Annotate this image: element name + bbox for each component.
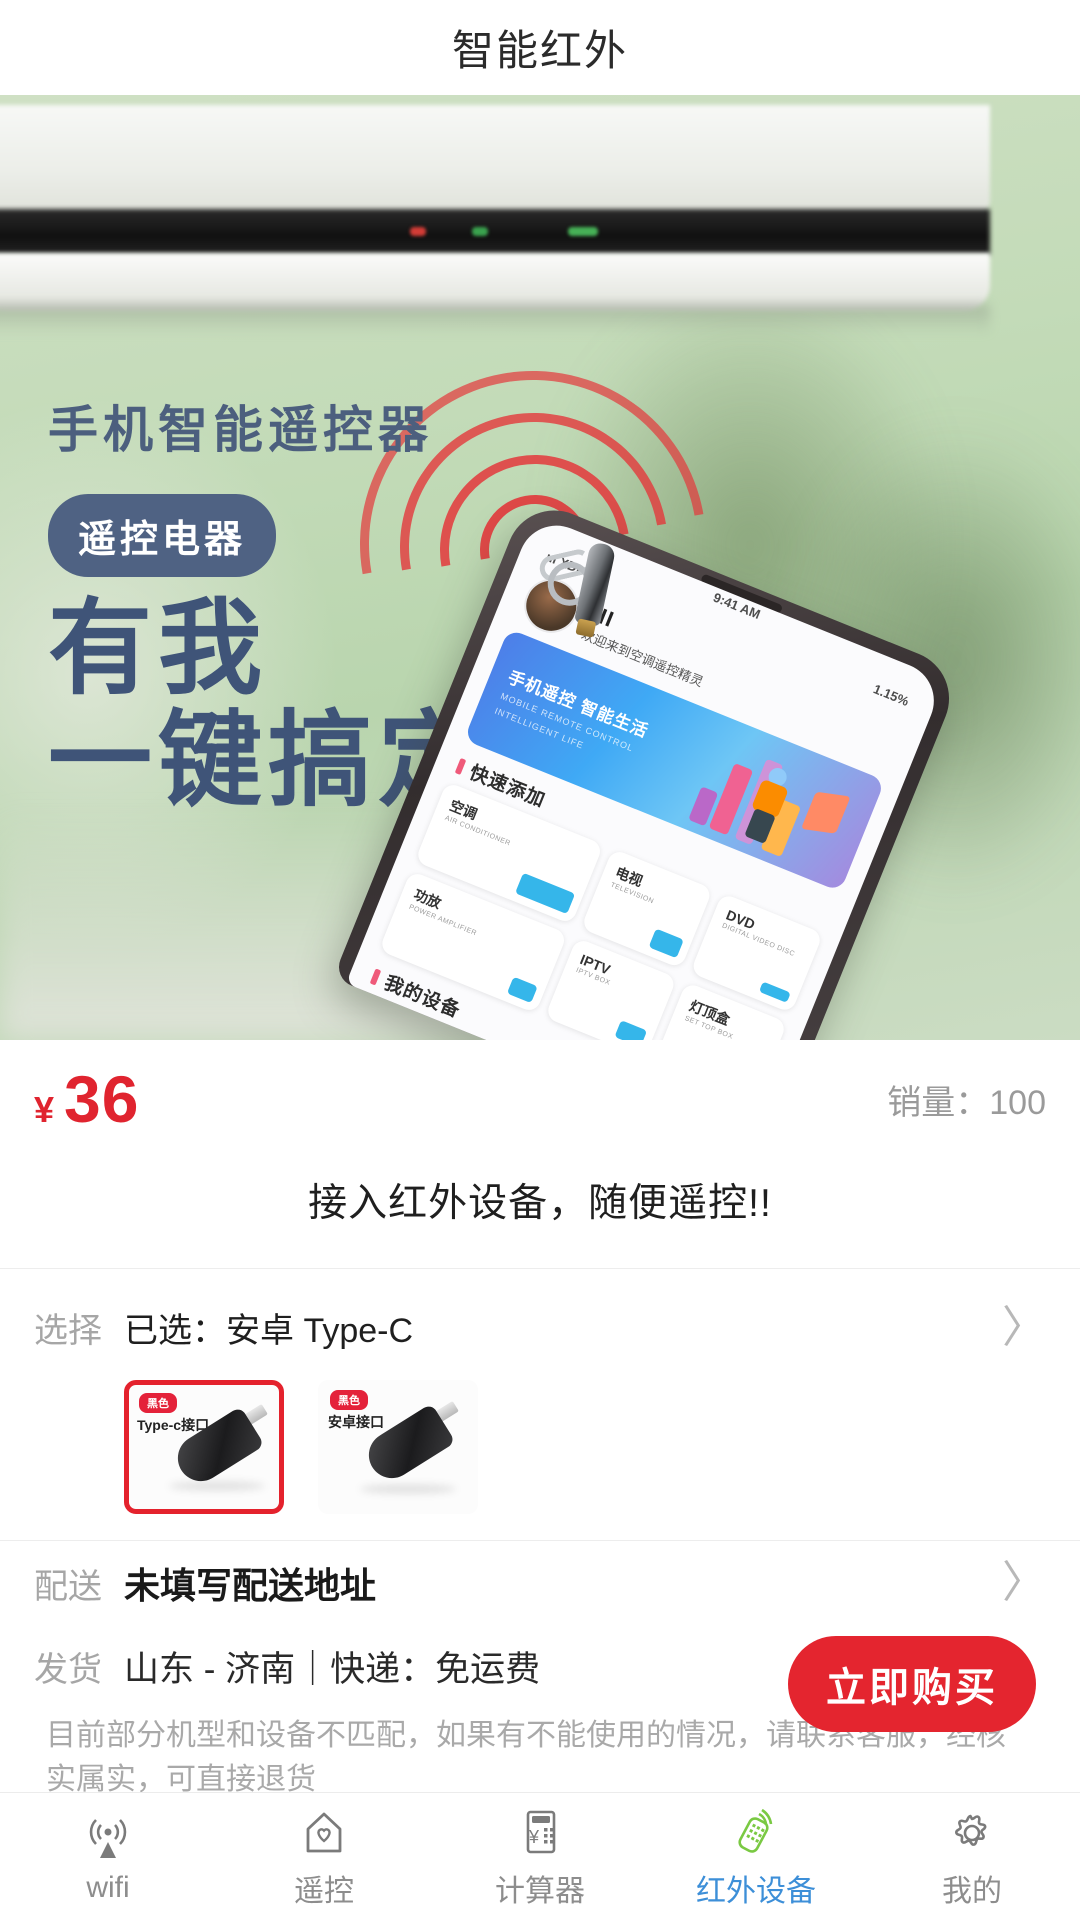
currency-symbol: ¥ [34, 1089, 55, 1130]
dvd-icon [758, 981, 791, 1003]
product-banner-image[interactable]: 手机智能遥控器 遥控电器 有我 一键搞定 9:41 AM ııl XDpwrls… [0, 95, 1080, 1040]
sku-thumbnail-list: 黑色 Type-c接口 黑色 安卓接口 [0, 1364, 1080, 1540]
svg-text:¥: ¥ [528, 1827, 540, 1847]
sales-count: 销量：100 [887, 1083, 1046, 1122]
sku-select-row[interactable]: 选择 已选：安卓 Type-C 〉 [0, 1269, 1080, 1364]
price-block: ¥ 36 [34, 1061, 139, 1137]
section-marker-icon [369, 967, 382, 986]
chevron-right-icon[interactable]: 〉 [1002, 1305, 1046, 1350]
product-detail-page: 智能红外 手机智能遥控器 遥控电器 有我 一键搞定 9:41 AM ııl XD… [0, 0, 1080, 1920]
page-header: 智能红外 [0, 0, 1080, 95]
shipping-label: 发货 [34, 1651, 102, 1689]
delivery-address-value: 未填写配送地址 [124, 1565, 377, 1606]
iptv-icon [614, 1020, 648, 1040]
gear-icon [946, 1804, 998, 1860]
ac-led-green-2 [568, 227, 598, 236]
sku-thumbnail-option[interactable]: 黑色 安卓接口 [318, 1380, 478, 1514]
selected-sku-value: 已选：安卓 Type-C [124, 1312, 414, 1350]
wifi-signal-icon [82, 1809, 134, 1865]
page-title: 智能红外 [451, 27, 628, 74]
calculator-icon: ¥ [514, 1804, 566, 1860]
delivery-address-row[interactable]: 配送 未填写配送地址 〉 [0, 1541, 1080, 1625]
ac-led-red [410, 227, 426, 236]
nav-label-remote: 遥控 [294, 1874, 354, 1908]
price-row: ¥ 36 销量：100 [0, 1040, 1080, 1158]
air-conditioner-illustration [0, 105, 990, 355]
banner-headline: 手机智能遥控器 [48, 402, 433, 458]
ac-led-green-1 [472, 227, 488, 236]
buy-now-button[interactable]: 立即购买 [788, 1636, 1036, 1732]
delivery-label: 配送 [34, 1567, 102, 1606]
banner-big-line-1: 有我 [48, 591, 269, 707]
sku-color-badge: 黑色 [330, 1390, 368, 1410]
infrared-remote-icon [728, 1804, 784, 1860]
sku-thumbnail-option[interactable]: 黑色 Type-c接口 [124, 1380, 284, 1514]
section-marker-icon [454, 757, 467, 775]
nav-label-mine: 我的 [942, 1874, 1002, 1908]
price-amount: 36 [64, 1062, 140, 1136]
home-heart-icon [298, 1804, 350, 1860]
sku-color-badge: 黑色 [139, 1393, 177, 1413]
nav-label-infrared-device: 红外设备 [696, 1874, 816, 1908]
product-description: 接入红外设备，随便遥控!! [308, 1182, 772, 1225]
select-label: 选择 [34, 1312, 102, 1350]
chevron-right-icon[interactable]: 〉 [1002, 1561, 1046, 1605]
air-conditioner-icon [514, 872, 575, 914]
nav-item-calculator[interactable]: ¥ 计算器 [432, 1804, 648, 1910]
nav-label-wifi: wifi [86, 1870, 130, 1904]
bottom-navigation-bar: wifi 遥控 ¥ 计算器 红外设备 我的 [0, 1792, 1080, 1920]
dongle-shadow [360, 1484, 456, 1494]
television-icon [648, 928, 685, 959]
nav-label-calculator: 计算器 [495, 1874, 585, 1908]
nav-item-remote[interactable]: 遥控 [216, 1804, 432, 1910]
dongle-shadow [169, 1481, 265, 1491]
amplifier-icon [506, 976, 538, 1003]
nav-item-infrared-device[interactable]: 红外设备 [648, 1804, 864, 1910]
nav-item-wifi[interactable]: wifi [0, 1809, 216, 1905]
banner-pill-badge: 遥控电器 [48, 494, 277, 577]
sku-option-label: 安卓接口 [328, 1414, 384, 1430]
nav-item-mine[interactable]: 我的 [864, 1804, 1080, 1910]
